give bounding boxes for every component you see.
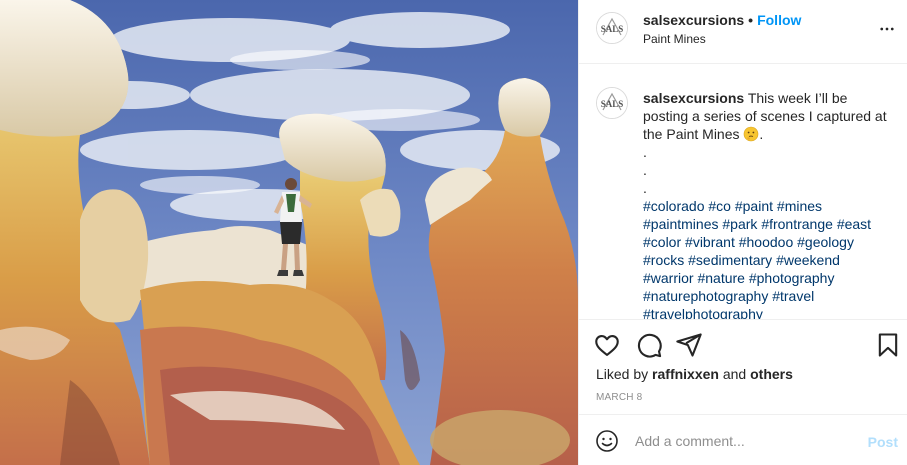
liked-prefix: Liked by (596, 366, 649, 382)
hashtag-link[interactable]: #paintmines (643, 216, 719, 232)
post-location[interactable]: Paint Mines (643, 32, 706, 46)
post-photo[interactable] (0, 0, 578, 465)
hashtag-link[interactable]: #sedimentary (688, 252, 772, 268)
hashtag-link[interactable]: #warrior (643, 270, 694, 286)
post-header: SALS salsexcursions • Follow Paint Mines (579, 0, 907, 64)
caption-avatar[interactable]: SALS (596, 87, 628, 119)
hashtag-link[interactable]: #rocks (643, 252, 684, 268)
hashtag-list: #colorado #co #paint #mines #paintmines … (643, 197, 889, 319)
comments-section[interactable]: SALS salsexcursions This week I’ll be po… (579, 65, 907, 320)
comment-input[interactable] (635, 431, 855, 451)
smiley-icon[interactable] (595, 429, 619, 453)
photo-hoodoo-scene (0, 0, 578, 465)
more-horizontal-icon[interactable] (878, 20, 896, 38)
header-username-row: salsexcursions • Follow (643, 12, 801, 28)
heart-icon[interactable] (593, 331, 621, 359)
post-side-panel: SALS salsexcursions • Follow Paint Mines S… (578, 0, 907, 465)
author-avatar[interactable]: SALS (596, 12, 628, 44)
hashtag-link[interactable]: #geology (797, 234, 854, 250)
caption-username[interactable]: salsexcursions (643, 90, 744, 106)
svg-text:SALS: SALS (601, 99, 624, 109)
bookmark-icon[interactable] (874, 331, 902, 359)
hashtag-link[interactable]: #naturephotography (643, 288, 768, 304)
hashtag-link[interactable]: #frontrange (761, 216, 833, 232)
hashtag-link[interactable]: #weekend (776, 252, 840, 268)
post-caption: salsexcursions This week I’ll be posting… (643, 89, 889, 319)
sals-logo-icon: SALS (597, 13, 627, 43)
liked-others-link[interactable]: others (750, 366, 793, 382)
post-comment-button[interactable]: Post (868, 434, 898, 450)
liked-conjunction: and (722, 366, 747, 382)
hashtag-link[interactable]: #hoodoo (739, 234, 794, 250)
svg-text:SALS: SALS (601, 24, 624, 34)
liked-user-link[interactable]: raffnixxen (652, 366, 719, 382)
hashtag-link[interactable]: #photography (749, 270, 835, 286)
caption-dots: . . . (643, 144, 647, 196)
hashtag-link[interactable]: #east (837, 216, 871, 232)
hashtag-link[interactable]: #colorado (643, 198, 705, 214)
caption-period: . (759, 126, 764, 142)
liked-by-line: Liked by raffnixxen and others (596, 366, 793, 382)
hashtag-link[interactable]: #co (708, 198, 731, 214)
follow-button[interactable]: Follow (757, 12, 801, 28)
hashtag-link[interactable]: #park (722, 216, 757, 232)
thinking-face-emoji (744, 126, 759, 142)
hashtag-link[interactable]: #mines (777, 198, 822, 214)
comment-icon[interactable] (635, 331, 663, 359)
sals-logo-icon: SALS (597, 88, 627, 118)
hashtag-link[interactable]: #paint (735, 198, 773, 214)
hashtag-link[interactable]: #travelphotography (643, 306, 763, 319)
hashtag-link[interactable]: #nature (697, 270, 744, 286)
hashtag-link[interactable]: #travel (772, 288, 814, 304)
action-bar (579, 321, 907, 369)
hashtag-link[interactable]: #color (643, 234, 681, 250)
author-username[interactable]: salsexcursions (643, 12, 744, 28)
hashtag-link[interactable]: #vibrant (685, 234, 735, 250)
post-date[interactable]: MARCH 8 (596, 392, 642, 403)
add-comment-bar: Post (579, 414, 907, 465)
paper-plane-icon[interactable] (675, 331, 703, 359)
separator-dot: • (748, 12, 754, 28)
